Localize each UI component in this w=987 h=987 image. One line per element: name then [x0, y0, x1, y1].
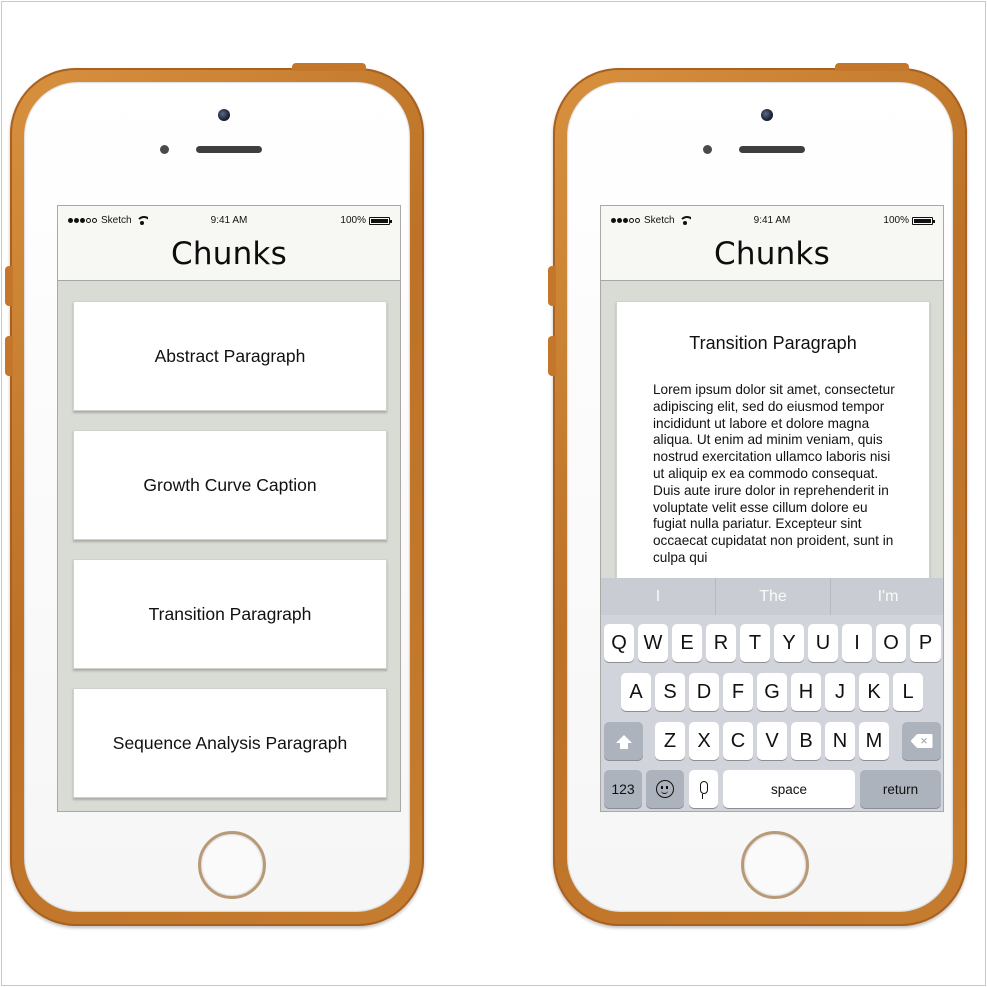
battery-percent: 100% [340, 215, 366, 226]
battery-percent: 100% [883, 215, 909, 226]
earpiece-speaker [739, 146, 805, 153]
volume-down-button [5, 336, 13, 376]
proximity-sensor [703, 145, 712, 154]
home-button[interactable] [741, 831, 809, 899]
emoji-icon [656, 780, 674, 798]
chunk-card-label: Growth Curve Caption [143, 474, 317, 495]
list-screen: Sketch 9:41 AM 100% Chunks Abstract Para… [57, 205, 401, 812]
key-p[interactable]: P [910, 624, 941, 662]
shift-key[interactable] [604, 722, 643, 760]
sleep-button [835, 63, 909, 71]
volume-up-button [548, 266, 556, 306]
battery-icon [912, 216, 935, 225]
volume-up-button [5, 266, 13, 306]
status-bar: Sketch 9:41 AM 100% [58, 206, 400, 234]
key-y[interactable]: Y [774, 624, 804, 662]
key-m[interactable]: M [859, 722, 889, 760]
key-t[interactable]: T [740, 624, 770, 662]
page-title: Chunks [714, 236, 830, 272]
page-title: Chunks [171, 236, 287, 272]
chunk-detail-card: Transition Paragraph Lorem ipsum dolor s… [616, 301, 930, 591]
chunk-card-growth-curve[interactable]: Growth Curve Caption [73, 430, 387, 540]
nav-bar: Chunks [58, 234, 400, 281]
key-d[interactable]: D [689, 673, 719, 711]
nav-bar: Chunks [601, 234, 943, 281]
dictation-key[interactable] [689, 770, 718, 808]
phone-face: Sketch 9:41 AM 100% Chunks Abstract Para… [24, 82, 410, 912]
volume-down-button [548, 336, 556, 376]
proximity-sensor [160, 145, 169, 154]
chunk-card-label: Abstract Paragraph [154, 345, 306, 366]
key-e[interactable]: E [672, 624, 702, 662]
detail-screen: Sketch 9:41 AM 100% Chunks Transition Pa… [600, 205, 944, 812]
key-u[interactable]: U [808, 624, 838, 662]
emoji-key[interactable] [646, 770, 684, 808]
front-camera [218, 109, 230, 121]
key-z[interactable]: Z [655, 722, 685, 760]
chunk-card-label: Transition Paragraph [148, 603, 312, 624]
shift-icon [615, 735, 632, 749]
key-x[interactable]: X [689, 722, 719, 760]
status-bar: Sketch 9:41 AM 100% [601, 206, 943, 234]
key-g[interactable]: G [757, 673, 787, 711]
return-key[interactable]: return [860, 770, 941, 808]
battery-info: 100% [340, 215, 392, 226]
suggestion-3[interactable]: I'm [831, 578, 943, 615]
earpiece-speaker [196, 146, 262, 153]
chunk-text-editor[interactable]: Lorem ipsum dolor sit amet, consectetur … [653, 382, 897, 567]
key-n[interactable]: N [825, 722, 855, 760]
key-w[interactable]: W [638, 624, 668, 662]
chunk-card-transition[interactable]: Transition Paragraph [73, 559, 387, 669]
key-v[interactable]: V [757, 722, 787, 760]
battery-info: 100% [883, 215, 935, 226]
key-r[interactable]: R [706, 624, 736, 662]
key-b[interactable]: B [791, 722, 821, 760]
chunk-card-label: Sequence Analysis Paragraph [112, 732, 348, 753]
quicktype-bar: I The I'm [601, 578, 943, 615]
home-button[interactable] [198, 831, 266, 899]
key-f[interactable]: F [723, 673, 753, 711]
suggestion-2[interactable]: The [716, 578, 831, 615]
key-i[interactable]: I [842, 624, 872, 662]
backspace-key[interactable]: ✕ [902, 722, 941, 760]
key-c[interactable]: C [723, 722, 753, 760]
chunk-detail-title: Transition Paragraph [689, 333, 857, 353]
key-k[interactable]: K [859, 673, 889, 711]
phone-left: Sketch 9:41 AM 100% Chunks Abstract Para… [5, 63, 424, 926]
chunk-card-sequence-analysis[interactable]: Sequence Analysis Paragraph [73, 688, 387, 798]
on-screen-keyboard: I The I'm Q W E R T Y U I O P A S D F G … [601, 578, 943, 811]
microphone-icon [699, 780, 708, 799]
battery-icon [369, 216, 392, 225]
phone-right: Sketch 9:41 AM 100% Chunks Transition Pa… [548, 63, 967, 926]
key-a[interactable]: A [621, 673, 651, 711]
key-o[interactable]: O [876, 624, 906, 662]
chunk-card-abstract[interactable]: Abstract Paragraph [73, 301, 387, 411]
key-l[interactable]: L [893, 673, 923, 711]
key-s[interactable]: S [655, 673, 685, 711]
backspace-icon: ✕ [910, 734, 933, 748]
phone-face: Sketch 9:41 AM 100% Chunks Transition Pa… [567, 82, 953, 912]
key-h[interactable]: H [791, 673, 821, 711]
suggestion-1[interactable]: I [601, 578, 716, 615]
space-key[interactable]: space [723, 770, 855, 808]
sleep-button [292, 63, 366, 71]
numbers-key[interactable]: 123 [604, 770, 642, 808]
key-j[interactable]: J [825, 673, 855, 711]
key-q[interactable]: Q [604, 624, 634, 662]
front-camera [761, 109, 773, 121]
